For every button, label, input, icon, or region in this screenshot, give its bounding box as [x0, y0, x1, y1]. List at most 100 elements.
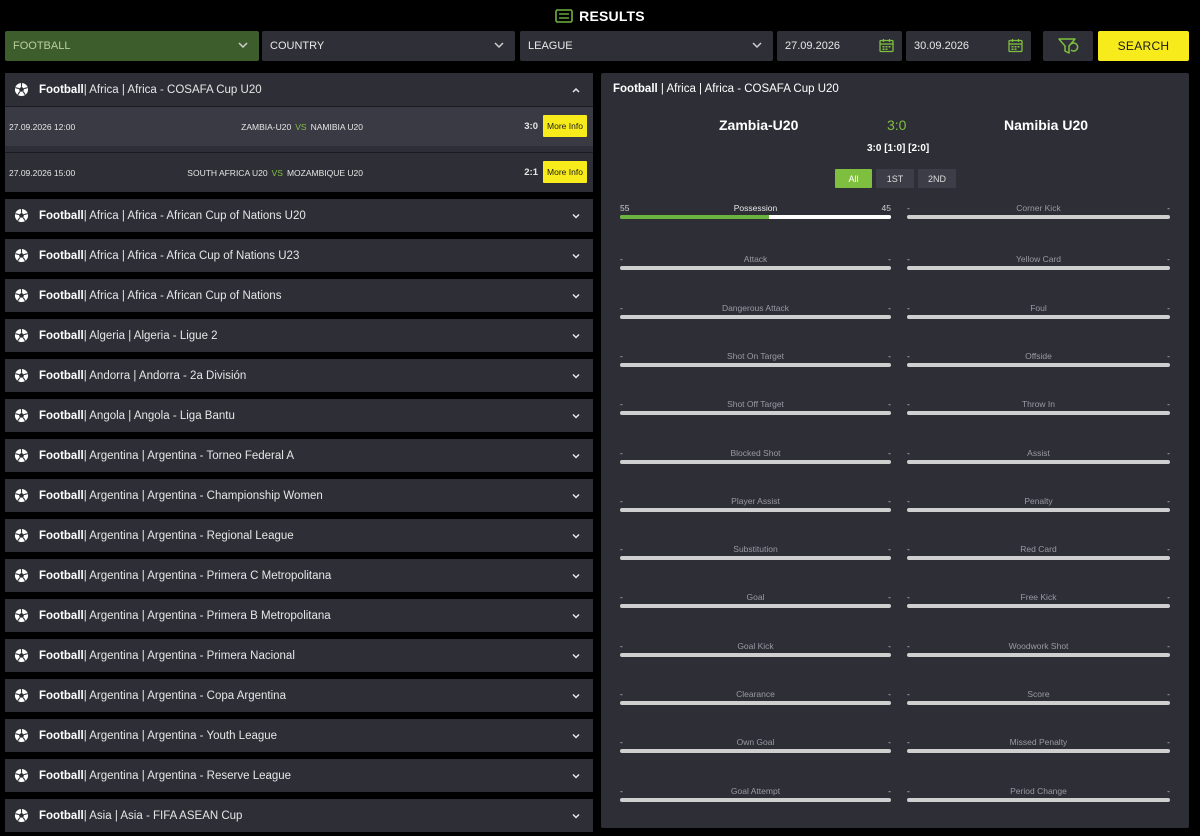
date-from-value: 27.09.2026 [785, 40, 841, 52]
sport-select[interactable]: FOOTBALL [5, 31, 259, 61]
soccer-ball-icon [14, 608, 29, 623]
chevron-down-icon[interactable] [571, 411, 581, 421]
league-name: | Africa | Africa - African Cup of Natio… [83, 209, 306, 222]
league-name: | Africa | Africa - COSAFA Cup U20 [83, 83, 262, 96]
home-team-name: Zambia-U20 [719, 117, 799, 133]
tab-1st[interactable]: 1ST [876, 169, 914, 188]
match-row[interactable]: 27.09.2026 15:00 SOUTH AFRICA U20 VS MOZAM… [5, 152, 593, 192]
stat-row: - Penalty - [907, 496, 1170, 516]
calendar-icon[interactable] [1008, 38, 1023, 53]
chevron-down-icon[interactable] [571, 691, 581, 701]
stat-away-value: - [1167, 785, 1170, 796]
league-row[interactable]: Football | Africa | Africa - Africa Cup … [5, 239, 593, 272]
league-row[interactable]: Football | Africa | Africa - African Cup… [5, 199, 593, 232]
league-row[interactable]: Football | Argentina | Argentina - Copa … [5, 679, 593, 712]
country-select-value: COUNTRY [270, 40, 325, 52]
country-select[interactable]: COUNTRY [262, 31, 515, 61]
league-row[interactable]: Football | Andorra | Andorra - 2a Divisi… [5, 359, 593, 392]
header: RESULTS [0, 0, 1200, 32]
stat-row: - Substitution - [620, 544, 891, 564]
chevron-down-icon[interactable] [571, 371, 581, 381]
league-row[interactable]: Football | Argentina | Argentina - Prime… [5, 559, 593, 592]
date-from-field[interactable]: 27.09.2026 [777, 31, 902, 61]
league-select-value: LEAGUE [528, 40, 573, 52]
soccer-ball-icon [14, 208, 29, 223]
more-info-button[interactable]: More Info [543, 161, 587, 183]
stat-row: - Missed Penalty - [907, 737, 1170, 757]
league-row[interactable]: Football | Argentina | Argentina - Torne… [5, 439, 593, 472]
league-name: | Argentina | Argentina - Primera C Metr… [83, 569, 332, 582]
stat-name: Goal [746, 592, 765, 603]
stat-away-value: - [888, 495, 891, 506]
match-detail-panel: Football | Africa | Africa - COSAFA Cup … [601, 73, 1189, 828]
reset-filter-button[interactable] [1043, 31, 1093, 61]
stat-bar-home-fill [620, 215, 769, 219]
stat-away-value: - [888, 640, 891, 651]
league-header-cosafa[interactable]: Football | Africa | Africa - COSAFA Cup … [5, 73, 593, 106]
calendar-icon[interactable] [879, 38, 894, 53]
league-sport: Football [39, 729, 84, 742]
soccer-ball-icon [14, 288, 29, 303]
stat-bar [620, 314, 891, 319]
chevron-down-icon[interactable] [571, 451, 581, 461]
soccer-ball-icon [14, 368, 29, 383]
chevron-down-icon[interactable] [571, 211, 581, 221]
league-name: | Argentina | Argentina - Primera B Metr… [83, 609, 331, 622]
chevron-down-icon[interactable] [571, 491, 581, 501]
league-row[interactable]: Football | Argentina | Argentina - Champ… [5, 479, 593, 512]
league-row[interactable]: Football | Argentina | Argentina - Reser… [5, 759, 593, 792]
chevron-up-icon[interactable] [571, 85, 581, 95]
league-row[interactable]: Football | Africa | Africa - African Cup… [5, 279, 593, 312]
stat-row: - Woodwork Shot - [907, 641, 1170, 661]
league-sport: Football [39, 689, 84, 702]
match-row[interactable]: 27.09.2026 12:00 ZAMBIA-U20 VS NAMIBIA U20… [5, 106, 593, 146]
more-info-button[interactable]: More Info [543, 115, 587, 137]
league-row[interactable]: Football | Asia | Asia - FIFA ASEAN Cup [5, 799, 593, 832]
page-title: RESULTS [579, 8, 645, 24]
chevron-down-icon[interactable] [571, 531, 581, 541]
stat-name: Assist [1027, 447, 1050, 458]
stat-away-value: - [888, 254, 891, 265]
league-row[interactable]: Football | Argentina | Argentina - Regio… [5, 519, 593, 552]
league-name: | Argentina | Argentina - Primera Nacion… [83, 649, 295, 662]
chevron-down-icon[interactable] [571, 771, 581, 781]
league-sport: Football [39, 529, 84, 542]
stat-name: Goal Kick [737, 640, 774, 651]
chevron-down-icon[interactable] [571, 571, 581, 581]
chevron-down-icon[interactable] [571, 251, 581, 261]
stat-away-value: - [888, 592, 891, 603]
search-button[interactable]: SEARCH [1098, 31, 1189, 61]
chevron-down-icon[interactable] [571, 651, 581, 661]
main-score: 3:0 [887, 117, 907, 133]
league-row[interactable]: Football | Argentina | Argentina - Prime… [5, 639, 593, 672]
stat-row: - Own Goal - [620, 737, 891, 757]
league-row[interactable]: Football | Algeria | Algeria - Ligue 2 [5, 319, 593, 352]
league-rows: Football | Africa | Africa - African Cup… [5, 199, 593, 832]
league-row[interactable]: Football | Argentina | Argentina - Youth… [5, 719, 593, 752]
tab-all[interactable]: All [835, 169, 872, 188]
stat-row: - Attack - [620, 254, 891, 274]
stat-row: - Shot On Target - [620, 351, 891, 371]
chevron-down-icon[interactable] [571, 331, 581, 341]
league-sport: Football [39, 249, 84, 262]
stat-name: Offside [1025, 350, 1052, 361]
stat-away-value: - [888, 447, 891, 458]
soccer-ball-icon [14, 408, 29, 423]
chevron-down-icon[interactable] [571, 291, 581, 301]
chevron-down-icon[interactable] [571, 731, 581, 741]
stat-bar [907, 604, 1170, 609]
tab-2nd[interactable]: 2ND [918, 169, 956, 188]
chevron-down-icon[interactable] [571, 611, 581, 621]
league-row[interactable]: Football | Argentina | Argentina - Prime… [5, 599, 593, 632]
stat-name: Own Goal [736, 737, 775, 748]
chevron-down-icon[interactable] [571, 811, 581, 821]
league-select[interactable]: LEAGUE [520, 31, 773, 61]
stat-away-value: - [1167, 399, 1170, 410]
date-to-field[interactable]: 30.09.2026 [906, 31, 1031, 61]
stat-name: Blocked Shot [730, 447, 781, 458]
sport-select-value: FOOTBALL [13, 40, 71, 52]
league-row[interactable]: Football | Angola | Angola - Liga Bantu [5, 399, 593, 432]
league-sport: Football [39, 809, 84, 822]
stat-away-value: 45 [881, 203, 891, 213]
stat-name: Substitution [733, 544, 778, 555]
